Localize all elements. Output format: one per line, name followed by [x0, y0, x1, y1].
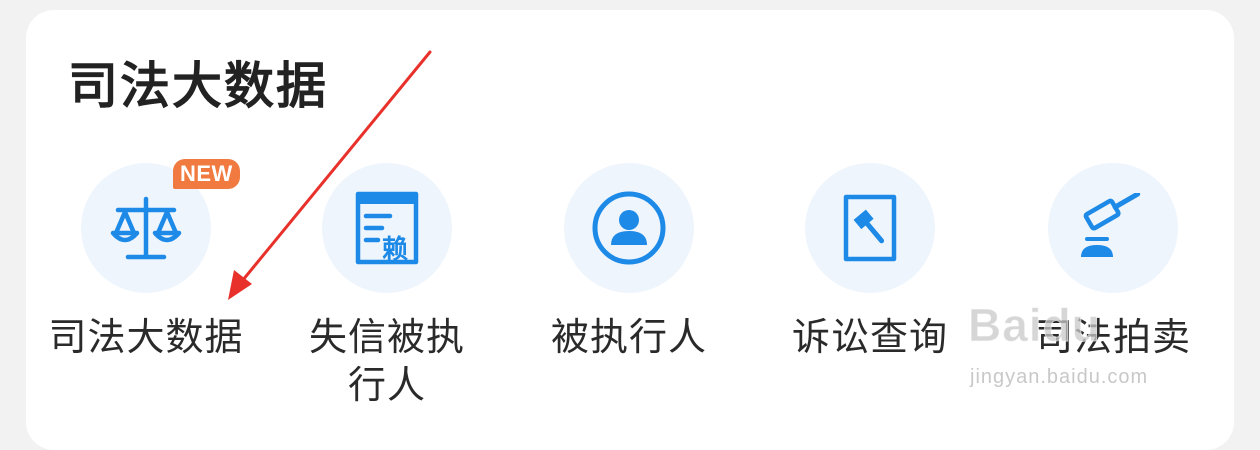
new-badge: NEW — [173, 159, 240, 189]
tile-persons-subject-to-execution[interactable]: 被执行人 — [519, 163, 739, 361]
tile-judicial-big-data[interactable]: NEW 司法大数据 — [36, 159, 256, 361]
gavel-icon — [1081, 193, 1141, 257]
person-icon — [592, 191, 666, 265]
dishonest-glyph: 赖 — [382, 235, 408, 265]
tile-icon-circle — [805, 163, 935, 293]
tile-icon-circle — [1048, 163, 1178, 293]
tile-icon-circle — [564, 163, 694, 293]
tile-label: 司法拍卖 — [1034, 315, 1191, 359]
tile-litigation-query[interactable]: 诉讼查询 — [760, 163, 980, 361]
tile-label: 司法大数据 — [48, 315, 244, 359]
section-title: 司法大数据 — [68, 57, 328, 115]
dishonest-list-icon: 赖 — [355, 191, 419, 265]
tile-label: 失信被执行人 — [308, 315, 465, 407]
tile-label: 诉讼查询 — [791, 315, 948, 359]
tile-icon-circle: 赖 — [322, 163, 452, 293]
scales-icon — [110, 196, 182, 260]
tile-label: 被执行人 — [550, 315, 707, 359]
tile-icon-circle: NEW — [81, 159, 240, 293]
tile-judicial-auction[interactable]: 司法拍卖 — [1003, 163, 1223, 361]
tile-dishonest-persons[interactable]: 赖 失信被执行人 — [277, 163, 497, 409]
document-gavel-icon — [843, 194, 897, 262]
